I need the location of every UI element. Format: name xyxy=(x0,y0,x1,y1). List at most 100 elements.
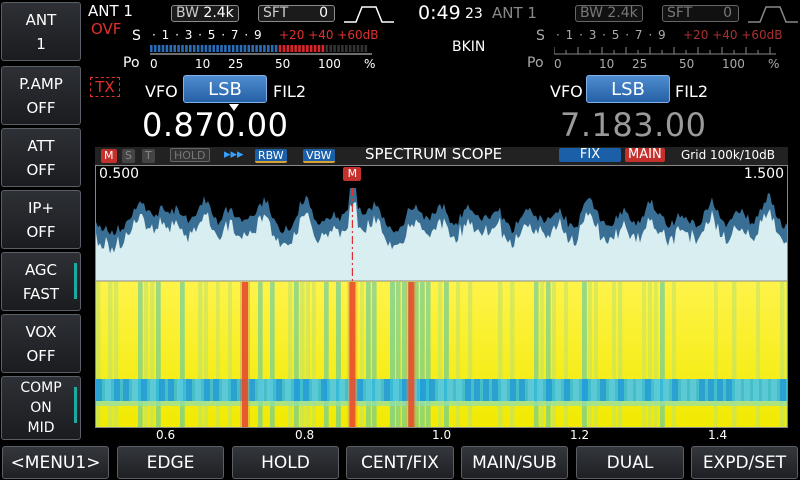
scope-hold-chip[interactable]: HOLD xyxy=(170,148,210,162)
waterfall-band-cell xyxy=(537,379,543,401)
waterfall-streak xyxy=(204,282,209,427)
ant-button[interactable]: ANT 1 xyxy=(1,2,81,61)
menu1-button[interactable]: <MENU1> xyxy=(2,446,109,479)
main-po-50: 50 xyxy=(275,57,291,71)
waterfall-band-cell xyxy=(339,379,345,401)
waterfall-band-cell xyxy=(591,379,597,401)
main-frequency[interactable]: 0.870.00 xyxy=(142,106,289,144)
main-meter-segment xyxy=(243,45,247,52)
scope-main-chip[interactable]: MAIN xyxy=(625,148,665,162)
waterfall-band-cell xyxy=(303,379,309,401)
waterfall xyxy=(96,280,787,427)
agc-button-label: AGC xyxy=(24,260,58,279)
tx-indicator: TX xyxy=(90,77,120,97)
waterfall-band-cell xyxy=(195,379,201,401)
main-sft-badge[interactable]: SFT 0 xyxy=(258,5,335,22)
sub-bw-badge[interactable]: BW 2.4k xyxy=(575,5,643,22)
cent-fix-button[interactable]: CENT/FIX xyxy=(346,446,454,479)
main-meter-segment xyxy=(165,45,169,52)
waterfall-band-cell xyxy=(222,379,228,401)
hold-button[interactable]: HOLD xyxy=(232,446,339,479)
waterfall-streak xyxy=(498,282,503,427)
main-meter-segment xyxy=(189,45,192,52)
waterfall-band-cell xyxy=(141,379,147,401)
waterfall-band-cell xyxy=(510,379,516,401)
sub-bw-label: BW xyxy=(580,5,603,21)
waterfall-streak xyxy=(468,282,473,427)
sub-sft-value: 0 xyxy=(723,5,732,21)
waterfall-streak xyxy=(372,282,377,427)
waterfall-streak xyxy=(390,282,395,427)
preamp-button[interactable]: P.AMP OFF xyxy=(1,66,81,125)
edge-button[interactable]: EDGE xyxy=(117,446,224,479)
scope-fix-chip[interactable]: FIX xyxy=(559,148,621,162)
axis-label-1.0: 1.0 xyxy=(432,428,452,442)
main-meter-segment xyxy=(150,45,153,52)
main-meter-segment xyxy=(173,45,176,52)
main-meter-segment xyxy=(208,45,212,52)
waterfall-band-cell xyxy=(492,379,498,401)
expd-set-button[interactable]: EXPD/SET xyxy=(691,446,798,479)
sub-sft-badge[interactable]: SFT 0 xyxy=(662,5,739,22)
spectrum-scope[interactable]: M S T HOLD ▸▸▸ RBW VBW SPECTRUM SCOPE FI… xyxy=(95,147,788,444)
waterfall-streak xyxy=(420,282,425,427)
axis-label-1.2: 1.2 xyxy=(570,428,590,442)
waterfall-band-cell xyxy=(168,379,174,401)
scope-rbw-chip[interactable]: RBW xyxy=(255,149,287,163)
waterfall-streak xyxy=(438,282,443,427)
ant-button-value: 1 xyxy=(36,34,46,53)
waterfall-streak xyxy=(306,282,311,427)
dual-button[interactable]: DUAL xyxy=(576,446,684,479)
att-button[interactable]: ATT OFF xyxy=(1,128,81,187)
waterfall-band-cell xyxy=(231,379,237,401)
waterfall-band-cell xyxy=(132,379,138,401)
main-sub-button[interactable]: MAIN/SUB xyxy=(461,446,568,479)
waterfall-band-cell xyxy=(114,379,120,401)
agc-button-value: FAST xyxy=(22,284,60,303)
waterfall-band-cell xyxy=(393,379,399,401)
scope-vbw-chip[interactable]: VBW xyxy=(303,149,335,163)
main-filter-label[interactable]: FIL2 xyxy=(273,82,306,101)
main-meter-segment xyxy=(341,45,344,52)
waterfall-signal-halo xyxy=(347,282,358,427)
main-bw-badge[interactable]: BW 2.4k xyxy=(171,5,239,22)
clock-seconds: 23 xyxy=(465,6,483,22)
sub-filter-label[interactable]: FIL2 xyxy=(675,82,708,101)
waterfall-streak xyxy=(300,282,305,427)
main-meter-segment xyxy=(329,45,332,52)
vox-button[interactable]: VOX OFF xyxy=(1,314,81,373)
ipplus-button[interactable]: IP+ OFF xyxy=(1,190,81,249)
waterfall-streak xyxy=(360,282,364,427)
waterfall-band-cell xyxy=(636,379,642,401)
scope-t-chip: T xyxy=(142,149,155,163)
sub-po-0: 0 xyxy=(554,57,562,71)
agc-button[interactable]: AGC FAST xyxy=(1,252,81,311)
main-meter-segment xyxy=(313,45,317,52)
main-meter-segment xyxy=(345,45,348,52)
sub-mode-button[interactable]: LSB xyxy=(586,75,670,103)
sub-s-label: S xyxy=(536,28,545,44)
waterfall-streak xyxy=(294,282,299,427)
scope-marker-flag: M xyxy=(343,167,362,181)
waterfall-band-cell xyxy=(663,379,669,401)
waterfall-band-cell xyxy=(186,379,192,401)
waterfall-band-cell xyxy=(753,379,759,401)
sub-antenna-label: ANT 1 xyxy=(492,4,537,22)
waterfall-streak xyxy=(714,282,718,427)
scope-display[interactable]: 0.500 1.500 M xyxy=(95,165,788,428)
main-meter-segment xyxy=(192,45,196,52)
preamp-button-label: P.AMP xyxy=(19,74,63,93)
sub-plus-scale: +20 +40 +60dB xyxy=(683,28,783,42)
waterfall-band-cell xyxy=(528,379,534,401)
waterfall-band-edge xyxy=(96,401,787,406)
main-meter-segment xyxy=(259,45,262,52)
main-antenna-label: ANT 1 xyxy=(88,2,133,20)
main-mode-button[interactable]: LSB xyxy=(183,75,267,103)
scope-graph[interactable] xyxy=(96,166,788,428)
main-meter-segments xyxy=(150,45,372,55)
sub-frequency[interactable]: 7.183.00 xyxy=(560,106,707,144)
waterfall-band-cell xyxy=(573,379,579,401)
main-meter-segment xyxy=(325,45,329,52)
waterfall-band-cell xyxy=(96,379,102,401)
sub-meter-ticks xyxy=(554,47,776,55)
